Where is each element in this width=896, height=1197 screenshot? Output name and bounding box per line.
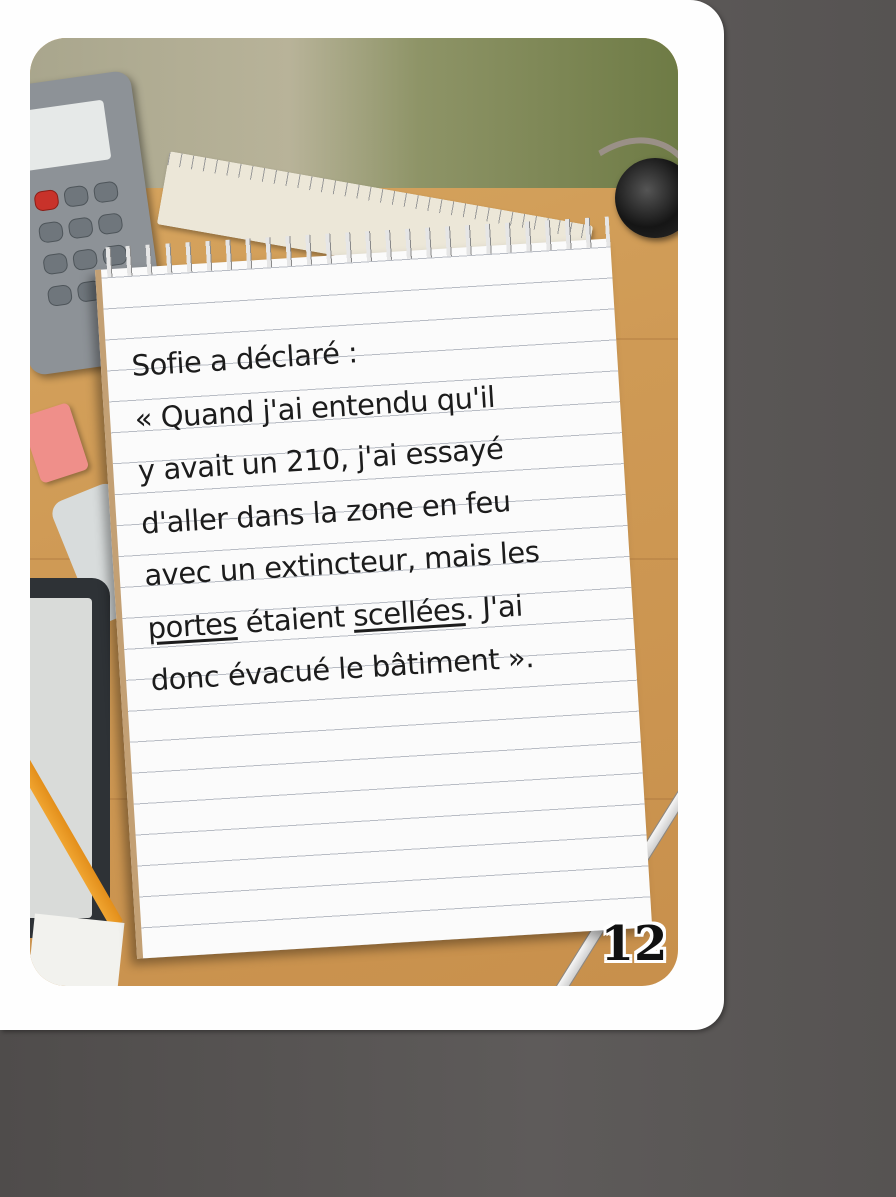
statement-fragment: . J'ai [463,588,524,626]
paper-sheet [30,913,125,986]
calculator-key [33,188,60,213]
eraser-icon [30,401,90,485]
witness-statement: Sofie a déclaré : « Quand j'ai entendu q… [130,312,612,707]
calculator-key [37,220,65,244]
calculator-key [62,184,90,208]
calculator-key [71,248,99,272]
calculator-screen [30,99,112,172]
clue-card: Sofie a déclaré : « Quand j'ai entendu q… [0,0,724,1030]
underlined-keyword: scellées [352,591,466,633]
underlined-keyword: portes [146,605,238,645]
calculator-key [92,180,120,204]
card-number: 12 [600,916,668,972]
statement-fragment: étaient [235,598,355,640]
calculator-key [67,216,94,240]
calculator-key [97,212,124,236]
calculator-key [42,252,69,276]
calculator-key [46,283,74,308]
